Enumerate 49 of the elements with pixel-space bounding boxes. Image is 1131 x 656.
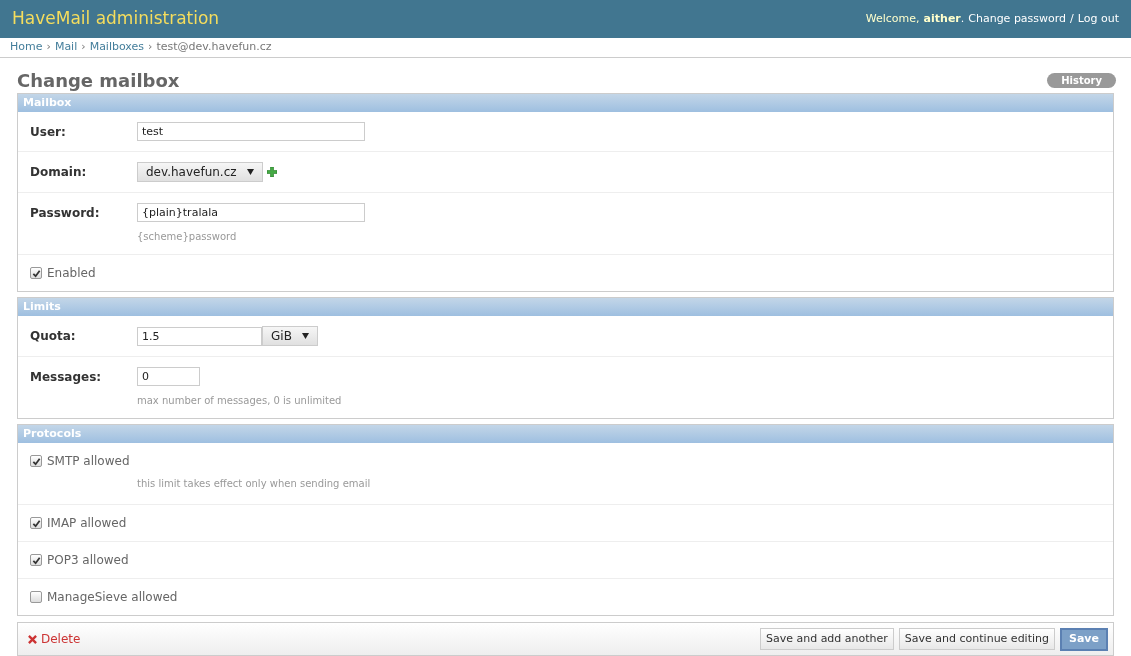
help-text: {scheme}password bbox=[137, 230, 238, 244]
checkbox-label: ManageSieve allowed bbox=[47, 589, 178, 606]
help-text: max number of messages, 0 is unlimited bbox=[137, 394, 342, 408]
breadcrumb-separator: › bbox=[148, 39, 153, 56]
checkbox-label: Enabled bbox=[47, 265, 96, 282]
site-title: HaveMail administration bbox=[12, 7, 220, 31]
field-label: User: bbox=[30, 124, 67, 141]
delete-link[interactable]: Delete bbox=[28, 630, 81, 648]
checkbox-label: POP3 allowed bbox=[47, 552, 129, 569]
breadcrumb-link[interactable]: Mailboxes bbox=[89, 39, 145, 56]
breadcrumb-link[interactable]: Mail bbox=[54, 39, 78, 56]
checkbox[interactable] bbox=[30, 517, 42, 529]
checkbox[interactable] bbox=[30, 267, 42, 279]
breadcrumb-separator: › bbox=[46, 39, 51, 56]
page-title: Change mailbox bbox=[17, 68, 180, 93]
input-field[interactable]: 1.5 bbox=[137, 326, 262, 346]
breadcrumb-link[interactable]: Home bbox=[10, 39, 43, 56]
checkbox[interactable] bbox=[30, 554, 42, 566]
field-label: Domain: bbox=[30, 164, 88, 181]
input-field[interactable]: 0 bbox=[137, 367, 200, 386]
welcome-text: Welcome, bbox=[865, 10, 920, 27]
header-link[interactable]: Change password bbox=[968, 10, 1067, 28]
delete-icon bbox=[28, 634, 37, 644]
fieldset-header: Mailbox bbox=[18, 94, 1113, 112]
select-dropdown[interactable]: dev.havefun.cz bbox=[137, 162, 263, 182]
breadcrumb-separator: › bbox=[81, 39, 86, 56]
field-label: Password: bbox=[30, 205, 101, 222]
field-label: Quota: bbox=[30, 328, 77, 345]
caret-icon bbox=[246, 169, 254, 175]
checkbox-label: SMTP allowed bbox=[47, 453, 130, 470]
input-field[interactable]: test bbox=[137, 122, 365, 141]
breadcrumb-current: test@dev.havefun.cz bbox=[156, 39, 272, 56]
add-icon[interactable] bbox=[266, 167, 277, 177]
select-dropdown[interactable]: GiB bbox=[262, 326, 318, 346]
fieldset-header: Limits bbox=[18, 298, 1113, 316]
checkbox-label: IMAP allowed bbox=[47, 515, 127, 532]
checkbox[interactable] bbox=[30, 591, 42, 603]
username: aither bbox=[923, 10, 961, 27]
caret-icon bbox=[301, 333, 309, 339]
separator-text: / bbox=[1070, 10, 1074, 27]
submit-button[interactable]: Save and add another bbox=[759, 628, 894, 650]
separator-text: . bbox=[960, 10, 965, 27]
input-field[interactable]: {plain}tralala bbox=[137, 203, 365, 222]
checkbox[interactable] bbox=[30, 455, 42, 467]
submit-button[interactable]: Save and continue editing bbox=[898, 628, 1055, 650]
help-text: this limit takes effect only when sending email bbox=[137, 477, 372, 491]
field-label: Messages: bbox=[30, 369, 103, 386]
fieldset-header: Protocols bbox=[18, 425, 1113, 443]
header-link[interactable]: Log out bbox=[1077, 10, 1119, 28]
